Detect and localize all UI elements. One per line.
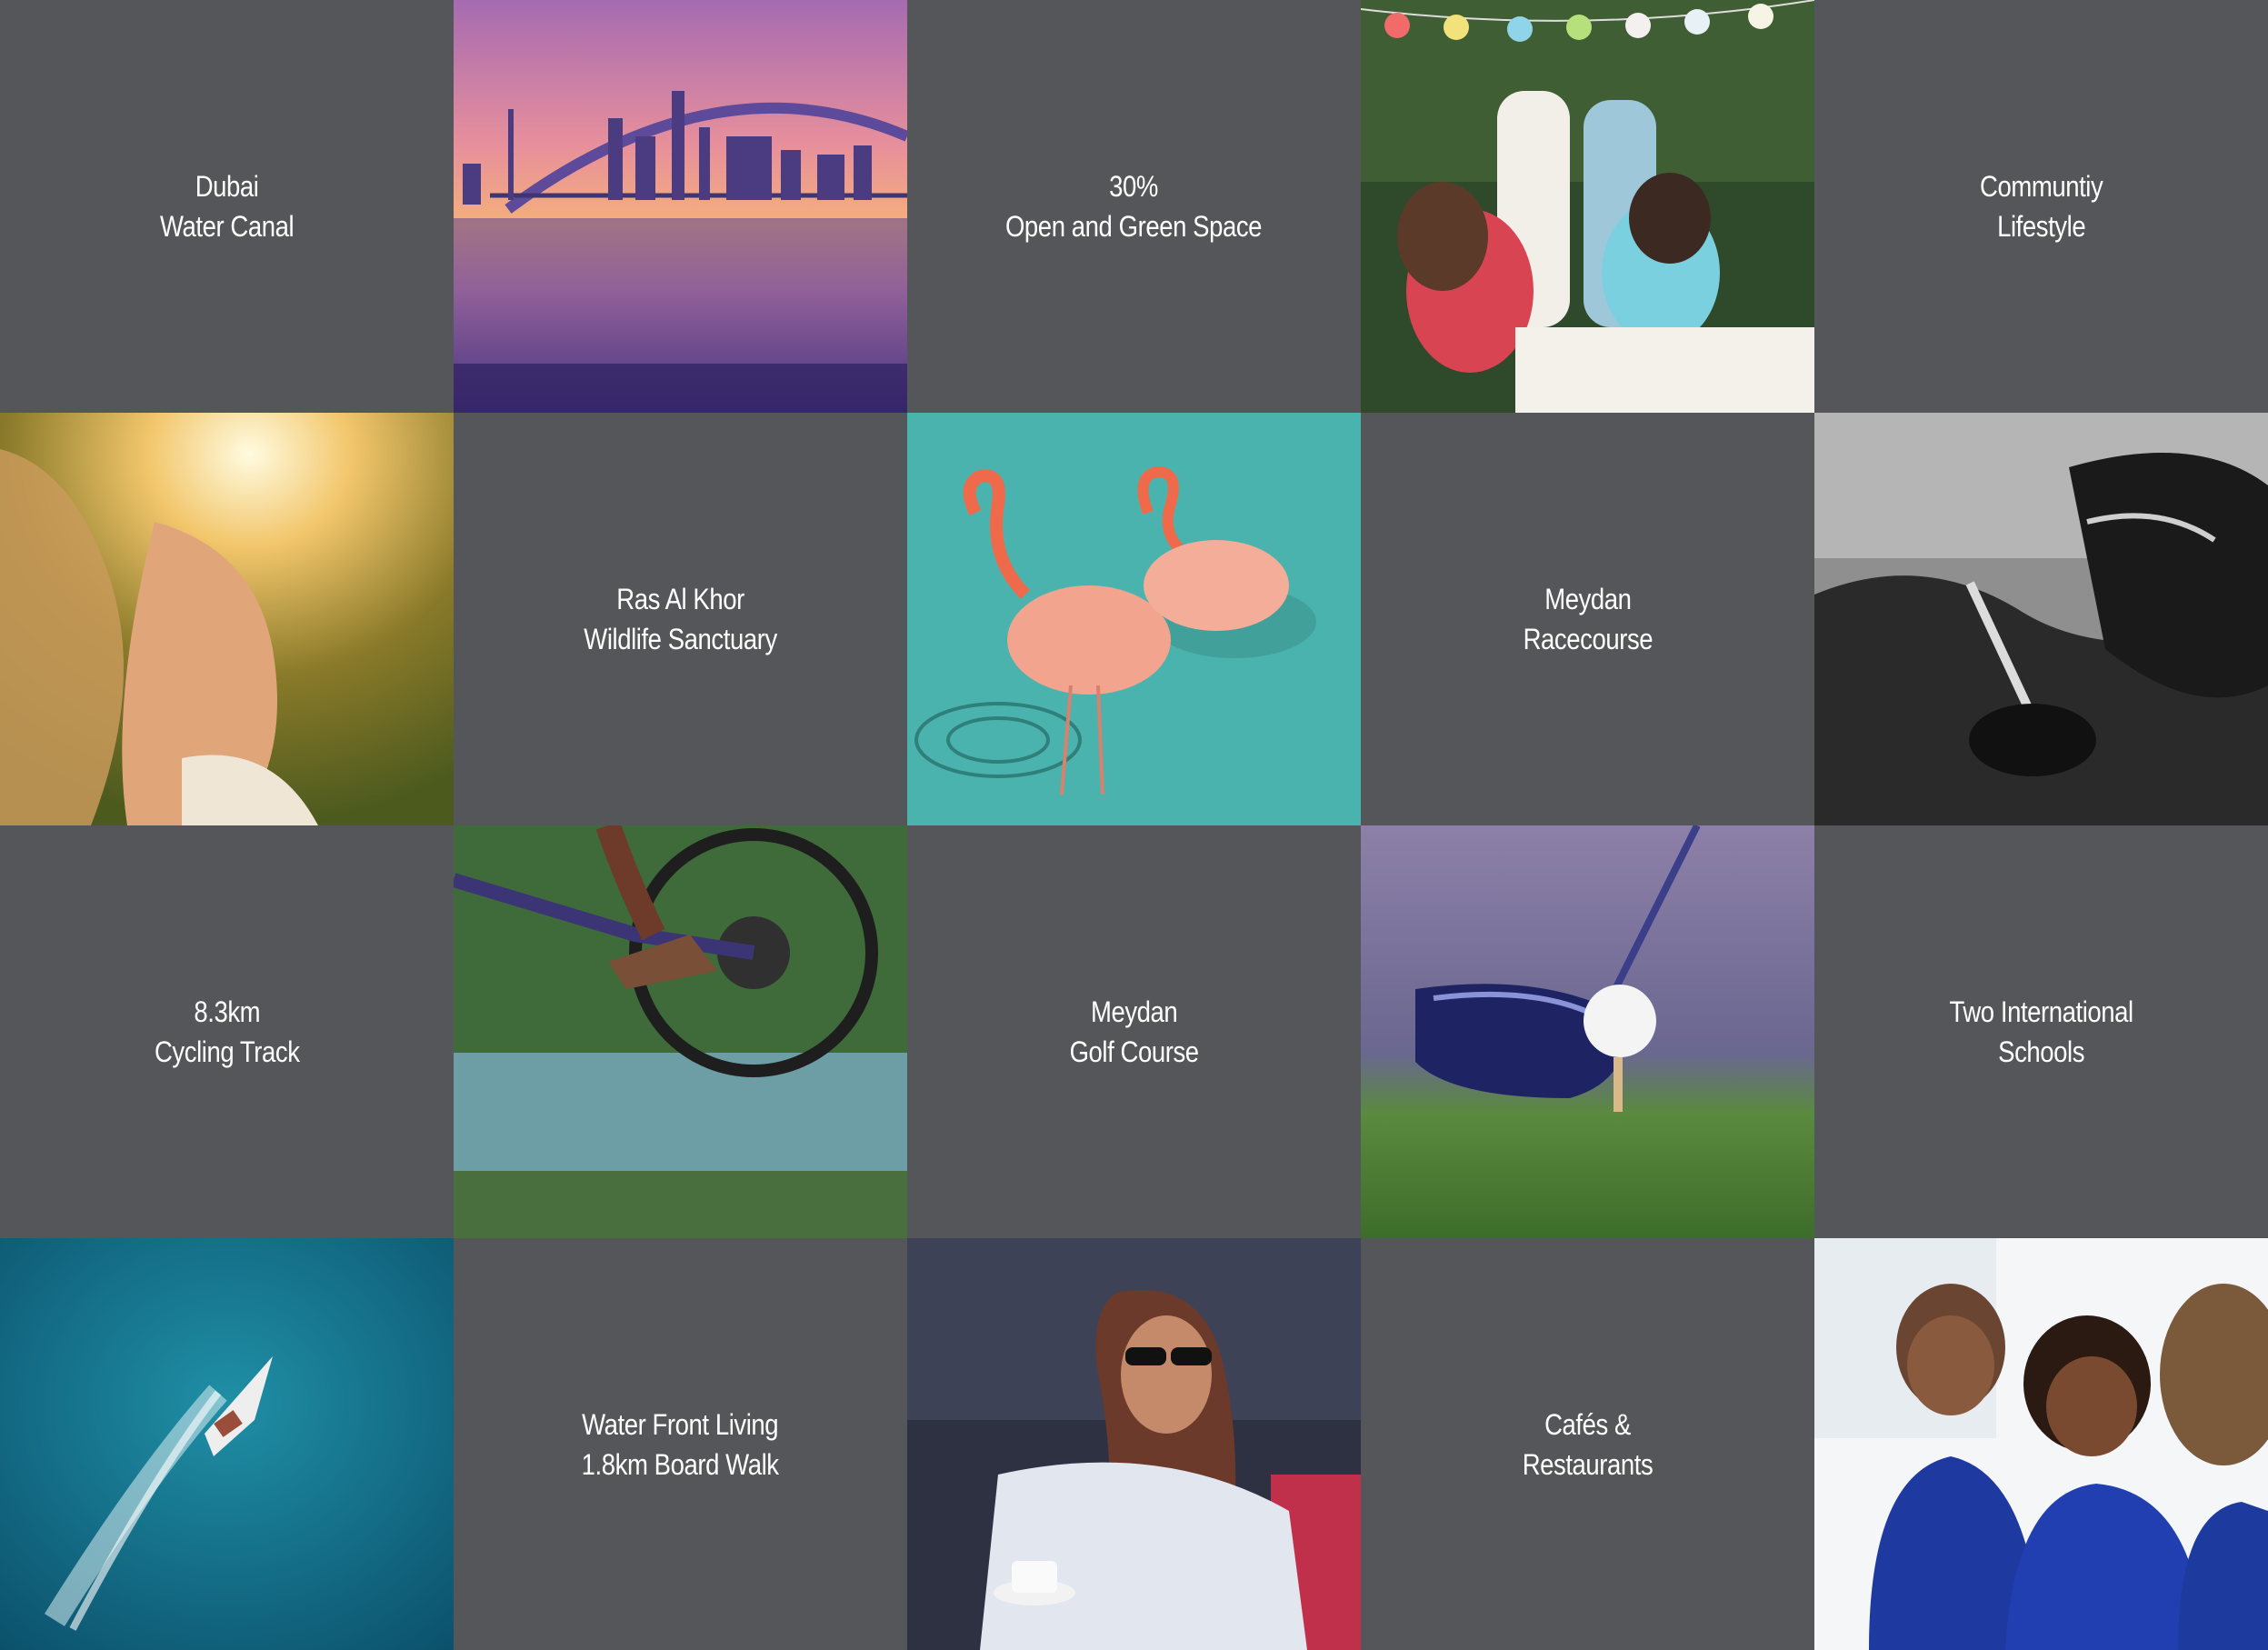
tile-cafes: Cafés & Restaurants [1361, 1238, 1814, 1650]
tile-cycling-track: 8.3km Cycling Track [0, 825, 454, 1238]
label-line-2: Schools [1998, 1035, 2084, 1068]
photo-horse-saddle-bw [1814, 413, 2268, 825]
label-line-1: Water Front Living [582, 1407, 779, 1441]
photo-woman-cafe [907, 1238, 1361, 1650]
tile-label: Dubai Water Canal [159, 166, 295, 246]
photo-garden-party [1361, 0, 1814, 413]
label-line-1: Ras Al Khor [616, 583, 744, 615]
label-line-1: Cafés & [1544, 1407, 1631, 1441]
amenities-grid: Dubai Water Canal 30% Open and Green Spa… [0, 0, 2268, 1650]
label-line-1: Meydan [1544, 583, 1632, 615]
photo-school-children [1814, 1238, 2268, 1650]
photo-speedboat-aerial [0, 1238, 454, 1650]
photo-golf-tee [1361, 825, 1814, 1238]
label-line-1: 8.3km [194, 995, 260, 1028]
tile-label: 30% Open and Green Space [1005, 166, 1263, 246]
tile-international-schools: Two International Schools [1814, 825, 2268, 1238]
label-line-2: Racecourse [1523, 623, 1653, 655]
tile-label: Meydan Golf Course [1069, 992, 1199, 1072]
tile-dubai-water-canal: Dubai Water Canal [0, 0, 454, 413]
tile-label: Cafés & Restaurants [1523, 1405, 1654, 1485]
tile-water-front: Water Front Living 1.8km Board Walk [454, 1238, 907, 1650]
photo-cyclist [454, 825, 907, 1238]
tile-community-lifestyle: Communtiy Lifestyle [1814, 0, 2268, 413]
tile-meydan-racecourse: Meydan Racecourse [1361, 413, 1814, 825]
tile-label: Meydan Racecourse [1523, 579, 1653, 659]
label-line-2: Cycling Track [154, 1035, 300, 1068]
label-line-2: Lifestyle [1996, 210, 2086, 243]
label-line-1: Dubai [195, 170, 259, 203]
label-line-2: Open and Green Space [1005, 210, 1263, 243]
tile-label: 8.3km Cycling Track [155, 992, 300, 1072]
tile-label: Ras Al Khor Wildlife Sanctuary [584, 579, 777, 659]
label-line-1: Two International [1949, 995, 2133, 1028]
label-line-2: 1.8km Board Walk [582, 1447, 779, 1481]
label-line-2: Water Canal [159, 210, 295, 243]
photo-woman-sunlight [0, 413, 454, 825]
tile-label: Communtiy Lifestyle [1980, 166, 2103, 246]
label-line-2: Golf Course [1069, 1035, 1199, 1068]
tile-meydan-golf: Meydan Golf Course [907, 825, 1361, 1238]
tile-label: Two International Schools [1949, 992, 2133, 1072]
label-line-1: Communtiy [1979, 170, 2103, 203]
photo-canal-bridge-sunset [454, 0, 907, 413]
label-line-2: Restaurants [1522, 1447, 1654, 1481]
label-line-1: Meydan [1090, 995, 1178, 1028]
label-line-2: Wildlife Sanctuary [584, 623, 777, 655]
tile-open-green-space: 30% Open and Green Space [907, 0, 1361, 413]
photo-flamingos [907, 413, 1361, 825]
tile-label: Water Front Living 1.8km Board Walk [582, 1405, 779, 1485]
tile-ras-al-khor: Ras Al Khor Wildlife Sanctuary [454, 413, 907, 825]
label-line-1: 30% [1109, 170, 1159, 203]
